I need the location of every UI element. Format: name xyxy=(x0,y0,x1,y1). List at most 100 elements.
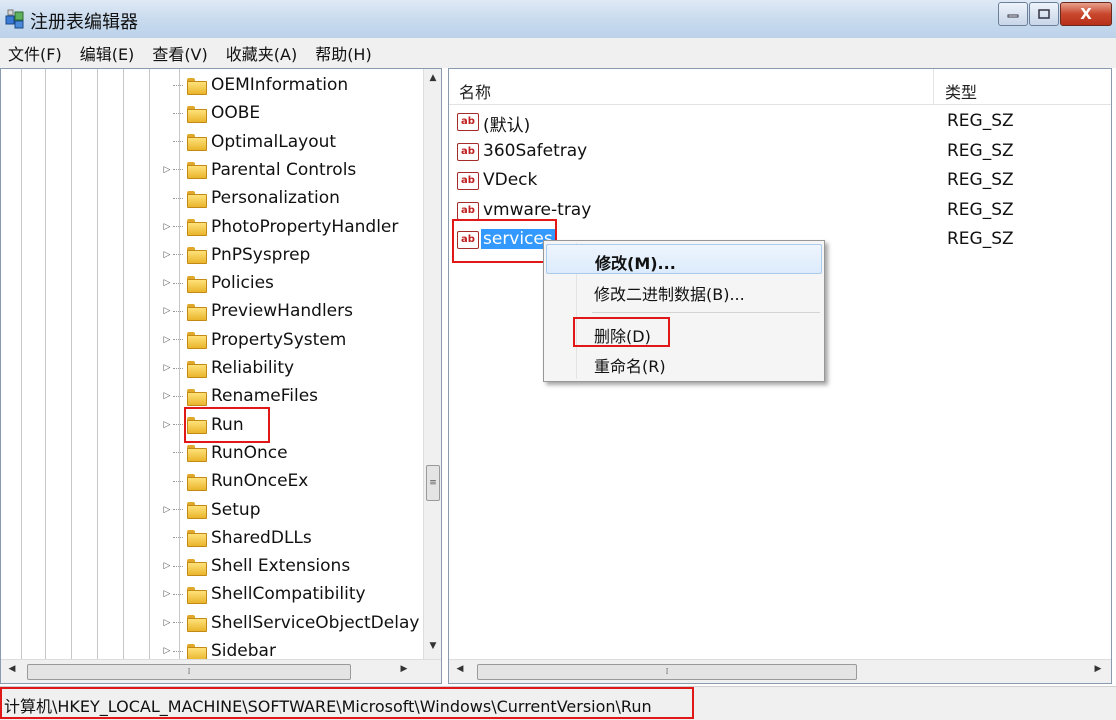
expand-arrow-icon[interactable]: ▷ xyxy=(161,335,173,345)
expand-arrow-icon[interactable]: ▷ xyxy=(161,250,173,260)
folder-icon xyxy=(187,502,207,519)
tree-connector xyxy=(173,452,183,454)
expand-arrow-icon[interactable]: ▷ xyxy=(161,278,173,288)
tree-item[interactable]: Personalization xyxy=(161,184,340,212)
tree-item[interactable]: OEMInformation xyxy=(161,71,348,99)
tree-item[interactable]: OOBE xyxy=(161,99,260,127)
key-tree-pane[interactable]: OEMInformation OOBE OptimalLayout ▷ Parental… xyxy=(0,68,442,684)
tree-item-label: OptimalLayout xyxy=(211,131,337,152)
scroll-left-icon[interactable]: ◀ xyxy=(3,664,21,674)
scroll-right-icon[interactable]: ▶ xyxy=(1089,664,1107,674)
tree-item[interactable]: ▷ PhotoPropertyHandler xyxy=(161,213,399,241)
scroll-right-icon[interactable]: ▶ xyxy=(395,664,413,674)
minimize-icon xyxy=(1007,14,1019,18)
registry-editor-window: 注册表编辑器 X 文件(F) 编辑(E) 查看(V) 收藏夹(A) 帮助(H) … xyxy=(0,0,1116,720)
tree-connector xyxy=(173,537,183,539)
tree-item-label: Sidebar xyxy=(211,641,276,661)
close-button[interactable]: X xyxy=(1060,2,1112,26)
tree-vertical-scrollbar[interactable]: ▲ ≡ ▼ xyxy=(423,69,441,659)
tree-item[interactable]: OptimalLayout xyxy=(161,128,336,156)
services-value-highlight xyxy=(452,219,557,263)
tree-horizontal-scrollbar[interactable]: ◀ ⁞ ▶ xyxy=(1,659,441,683)
context-modify-binary[interactable]: 修改二进制数据(B)... xyxy=(546,276,822,306)
menu-view[interactable]: 查看(V) xyxy=(144,41,217,65)
string-value-icon: ab xyxy=(457,201,479,220)
tree-item[interactable]: ▷ PropertySystem xyxy=(161,326,347,354)
tree-item-label: PropertySystem xyxy=(211,329,347,350)
value-type: REG_SZ xyxy=(947,199,1014,220)
tree-connector xyxy=(173,395,183,397)
expand-arrow-icon[interactable]: ▷ xyxy=(161,391,173,401)
tree-item[interactable]: ▷ Setup xyxy=(161,496,261,524)
tree-item[interactable]: ▷ Shell Extensions xyxy=(161,552,351,580)
tree-item-label: Shell Extensions xyxy=(211,556,351,577)
tree-guide-line xyxy=(123,69,124,659)
expand-arrow-icon[interactable]: ▷ xyxy=(161,646,173,656)
value-row[interactable]: ab (默认) REG_SZ xyxy=(449,107,1111,137)
maximize-icon xyxy=(1038,9,1050,19)
tree-connector xyxy=(173,593,183,595)
tree-item[interactable]: ▷ ShellServiceObjectDelay xyxy=(161,609,420,637)
tree-item-label: Personalization xyxy=(211,188,340,209)
value-type: REG_SZ xyxy=(947,170,1014,191)
expand-arrow-icon[interactable]: ▷ xyxy=(161,505,173,515)
tree-connector xyxy=(173,282,183,284)
folder-icon xyxy=(187,219,207,236)
folder-icon xyxy=(187,77,207,95)
tree-item-label: Reliability xyxy=(211,358,295,378)
tree-connector xyxy=(173,310,183,312)
maximize-button[interactable] xyxy=(1029,2,1059,26)
column-type-header[interactable]: 类型 xyxy=(945,79,977,103)
column-name-header[interactable]: 名称 xyxy=(459,79,491,103)
expand-arrow-icon[interactable]: ▷ xyxy=(161,222,173,232)
tree-guide-line xyxy=(45,69,46,659)
context-modify[interactable]: 修改(M)... xyxy=(546,244,822,274)
tree-connector xyxy=(173,112,183,114)
expand-arrow-icon[interactable]: ▷ xyxy=(161,589,173,599)
tree-connector xyxy=(173,367,183,369)
folder-icon xyxy=(187,275,207,293)
expand-arrow-icon[interactable]: ▷ xyxy=(161,618,173,628)
menu-edit[interactable]: 编辑(E) xyxy=(72,41,145,65)
scroll-up-icon[interactable]: ▲ xyxy=(424,73,442,83)
value-name: 360Safetray xyxy=(483,140,588,161)
value-row[interactable]: ab 360Safetray REG_SZ xyxy=(449,137,1111,167)
scroll-left-icon[interactable]: ◀ xyxy=(451,664,469,674)
tree-item[interactable]: ▷ Parental Controls xyxy=(161,156,357,184)
tree-item-label: Setup xyxy=(211,499,261,520)
tree-scroll-thumb[interactable]: ≡ xyxy=(426,465,440,501)
expand-arrow-icon[interactable]: ▷ xyxy=(161,420,173,430)
folder-icon xyxy=(187,643,207,661)
tree-item[interactable]: ▷ PnPSysprep xyxy=(161,241,311,269)
tree-guide-line xyxy=(149,69,150,659)
tree-hscroll-thumb[interactable]: ⁞ xyxy=(27,664,351,680)
context-rename[interactable]: 重命名(R) xyxy=(546,348,822,378)
scroll-down-icon[interactable]: ▼ xyxy=(424,641,442,651)
tree-item-label: RunOnceEx xyxy=(211,471,309,492)
column-separator[interactable] xyxy=(933,69,934,105)
expand-arrow-icon[interactable]: ▷ xyxy=(161,561,173,571)
tree-connector xyxy=(173,84,183,86)
tree-item[interactable]: ▷ PreviewHandlers xyxy=(161,297,353,325)
value-row[interactable]: ab VDeck REG_SZ xyxy=(449,166,1111,196)
menu-file[interactable]: 文件(F) xyxy=(0,41,72,65)
title-bar[interactable]: 注册表编辑器 X xyxy=(0,0,1116,38)
tree-item-label: OEMInformation xyxy=(211,75,349,95)
folder-icon xyxy=(187,360,207,378)
tree-item[interactable]: ▷ Reliability xyxy=(161,354,295,382)
folder-icon xyxy=(187,445,207,463)
expand-arrow-icon[interactable]: ▷ xyxy=(161,363,173,373)
tree-item[interactable]: RunOnce xyxy=(161,439,288,467)
tree-item[interactable]: ▷ ShellCompatibility xyxy=(161,580,366,608)
expand-arrow-icon[interactable]: ▷ xyxy=(161,306,173,316)
tree-item[interactable]: SharedDLLs xyxy=(161,524,312,552)
tree-item[interactable]: ▷ Policies xyxy=(161,269,274,297)
minimize-button[interactable] xyxy=(998,2,1028,26)
menu-help[interactable]: 帮助(H) xyxy=(307,41,382,65)
tree-item[interactable]: RunOnceEx xyxy=(161,467,308,495)
values-hscroll-thumb[interactable]: ⁞ xyxy=(477,664,857,680)
values-horizontal-scrollbar[interactable]: ◀ ⁞ ▶ xyxy=(449,659,1111,683)
expand-arrow-icon[interactable]: ▷ xyxy=(161,165,173,175)
tree-item-label: PreviewHandlers xyxy=(211,301,353,322)
menu-favorites[interactable]: 收藏夹(A) xyxy=(218,41,307,65)
